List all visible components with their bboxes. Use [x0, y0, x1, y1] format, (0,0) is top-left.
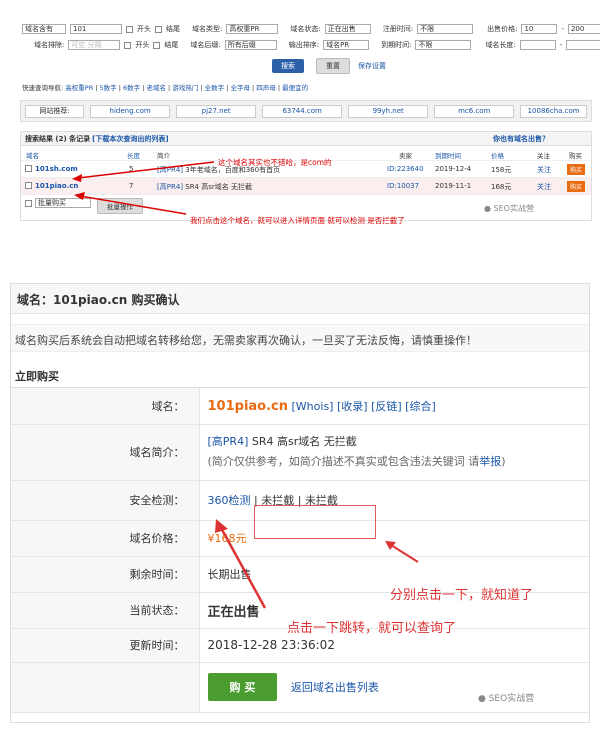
page: 域名含有 101 开头 结尾 域名类型: 高权重PR 域名状态: 正在出售 注册… [0, 0, 600, 729]
watermark-text: SEO实战营 [488, 694, 535, 704]
watermark: ● SEO实战营 [478, 694, 535, 704]
annotation-arrows-bottom [215, 519, 419, 609]
